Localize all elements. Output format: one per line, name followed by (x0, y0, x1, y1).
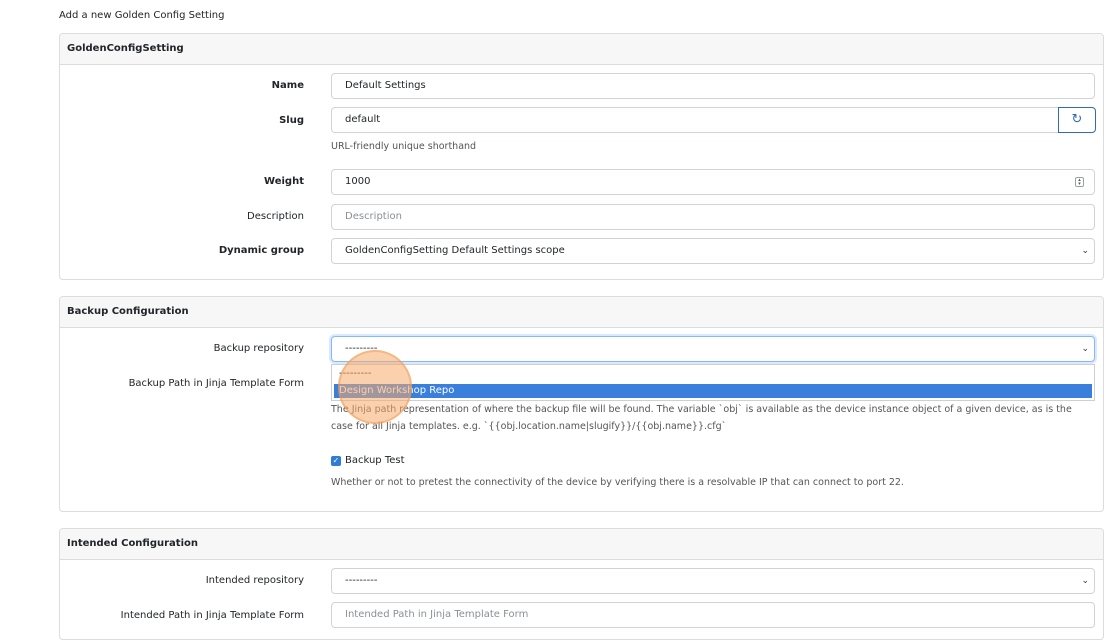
panel-heading: GoldenConfigSetting (60, 34, 1103, 65)
intended-repository-select[interactable]: --------- ⌄ (331, 568, 1095, 594)
description-label: Description (247, 211, 304, 222)
backup-repository-dropdown: --------- Design Workshop Repo (331, 364, 1095, 401)
backup-repository-value: --------- (345, 343, 378, 354)
chevron-down-icon: ⌄ (1081, 576, 1089, 586)
backup-path-help-text: The Jinja path representation of where t… (331, 404, 1072, 432)
number-stepper-icon[interactable]: ▴ ▾ (1075, 177, 1084, 187)
dropdown-option[interactable]: --------- (334, 367, 1092, 381)
dynamic-group-value: GoldenConfigSetting Default Settings sco… (345, 245, 565, 256)
intended-repository-label: Intended repository (205, 575, 304, 586)
refresh-icon: ↻ (1071, 112, 1083, 127)
backup-path-label: Backup Path in Jinja Template Form (128, 378, 304, 389)
backup-repository-select[interactable]: --------- ⌄ (331, 336, 1095, 362)
dynamic-group-select[interactable]: GoldenConfigSetting Default Settings sco… (331, 238, 1095, 264)
name-label: Name (271, 80, 304, 91)
panel-heading: Backup Configuration (60, 297, 1103, 328)
panel-heading: Intended Configuration (60, 529, 1103, 560)
dynamic-group-label: Dynamic group (218, 245, 304, 256)
backup-repository-label: Backup repository (213, 343, 304, 354)
slug-input[interactable]: default (331, 107, 1059, 133)
weight-label: Weight (264, 176, 304, 187)
weight-input[interactable]: 1000 ▴ ▾ (331, 169, 1095, 195)
intended-path-input[interactable]: Intended Path in Jinja Template Form (331, 602, 1095, 628)
intended-repository-value: --------- (345, 575, 378, 586)
slug-regenerate-button[interactable]: ↻ (1058, 107, 1096, 133)
description-input[interactable]: Description (331, 204, 1095, 230)
slug-label: Slug (279, 115, 304, 126)
slug-help-text: URL-friendly unique shorthand (331, 141, 477, 152)
golden-config-setting-panel: GoldenConfigSetting Name Default Setting… (59, 33, 1104, 280)
chevron-down-icon: ⌄ (1081, 344, 1089, 354)
backup-test-label[interactable]: Backup Test (345, 455, 405, 466)
intended-configuration-panel: Intended Configuration Intended reposito… (59, 528, 1104, 640)
name-input[interactable]: Default Settings (331, 73, 1095, 99)
chevron-down-icon: ⌄ (1081, 246, 1089, 256)
backup-test-checkbox[interactable]: ✓ (331, 456, 341, 466)
backup-configuration-panel: Backup Configuration Backup repository -… (59, 296, 1104, 512)
checkmark-icon: ✓ (332, 456, 340, 465)
backup-test-help-text: Whether or not to pretest the connectivi… (331, 477, 904, 488)
weight-value: 1000 (345, 176, 371, 187)
intended-path-label: Intended Path in Jinja Template Form (120, 610, 304, 621)
page-title: Add a new Golden Config Setting (59, 10, 225, 21)
dropdown-option-design-workshop-repo[interactable]: Design Workshop Repo (334, 384, 1092, 398)
